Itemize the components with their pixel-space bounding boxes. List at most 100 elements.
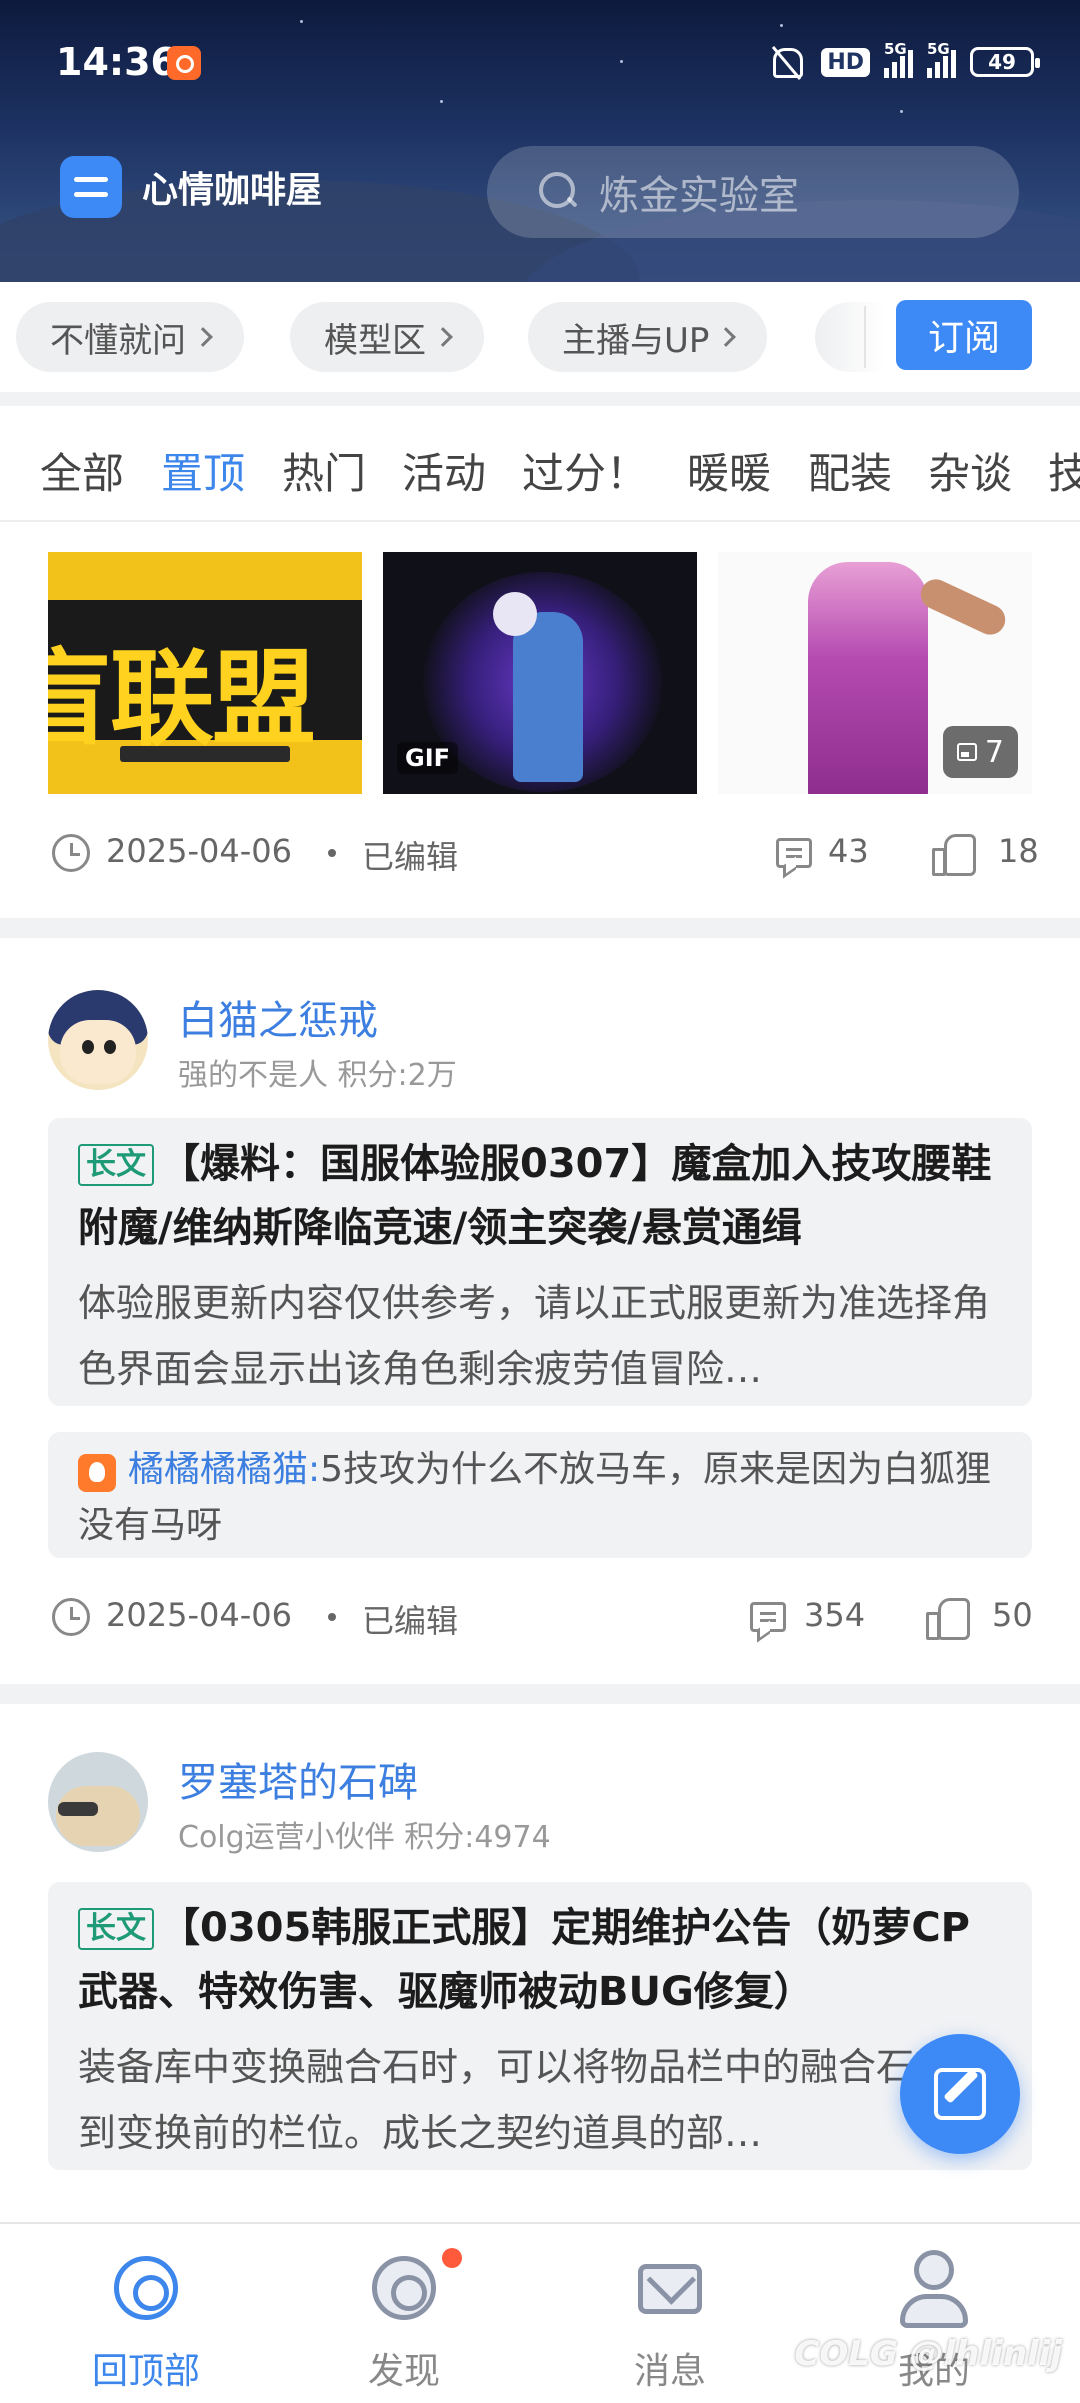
switch-forum-icon[interactable]: [60, 156, 122, 218]
search-input[interactable]: 炼金实验室: [487, 146, 1019, 238]
post-content-box[interactable]: 长文 【爆料：国服体验服0307】魔盒加入技攻腰鞋附魔/维纳斯降临竞速/领主突袭/…: [48, 1118, 1032, 1406]
like-count: 18: [998, 832, 1039, 870]
avatar-sunglasses: [58, 1802, 98, 1816]
image-character: [808, 562, 928, 794]
image-tagline: [120, 746, 290, 762]
image-character: [513, 612, 583, 782]
post-content-box[interactable]: 长文 【0305韩服正式服】定期维护公告（奶萝CP武器、特效伤害、驱魔师被动BUG…: [48, 1882, 1032, 2170]
forum-header: 14:36 HD 5G 5G 49 心情咖啡屋 炼金实验室: [0, 0, 1080, 282]
notification-dot: [442, 2248, 462, 2268]
author-title: 强的不是人 积分:2万: [178, 1058, 457, 1093]
nav-discover[interactable]: 发现: [304, 2242, 504, 2392]
post-title-text: 【爆料：国服体验服0307】魔盒加入技攻腰鞋附魔/维纳斯降临竞速/领主突袭/悬赏…: [78, 1141, 992, 1251]
comment-icon[interactable]: [750, 1602, 786, 1632]
nav-label: 回顶部: [91, 2351, 200, 2392]
image-icon: [956, 743, 977, 761]
hd-voice-icon: HD: [821, 47, 870, 77]
author-name[interactable]: 白猫之惩戒: [178, 988, 378, 1046]
section-divider: [0, 918, 1080, 938]
avatar[interactable]: [48, 990, 148, 1090]
edit-icon: [934, 2068, 986, 2120]
tab-excessive[interactable]: 过分！: [522, 440, 648, 501]
status-time: 14:36: [56, 40, 177, 84]
comment-author[interactable]: 橘橘橘橘猫:: [128, 1449, 320, 1490]
post-image[interactable]: 盲联盟: [48, 552, 362, 794]
mute-icon: [765, 44, 807, 80]
comment-count: 43: [828, 832, 869, 870]
nav-label: 发现: [367, 2351, 440, 2392]
tab-skills[interactable]: 技: [1048, 440, 1080, 501]
author-name[interactable]: 罗塞塔的石碑: [178, 1750, 418, 1808]
like-icon[interactable]: [926, 1598, 970, 1640]
tab-nuannuan[interactable]: 暖暖: [687, 440, 771, 501]
clock-icon: [52, 834, 90, 872]
user-icon: [914, 2250, 954, 2290]
long-post-tag: 长文: [78, 1144, 154, 1186]
hot-comment-text: 橘橘橘橘猫:5技攻为什么不放马车，原来是因为白狐狸没有马呀: [78, 1442, 1008, 1554]
like-count: 50: [992, 1596, 1033, 1634]
chevron-right-icon: [433, 327, 453, 347]
tab-builds[interactable]: 配装: [808, 440, 892, 501]
avatar-eye: [82, 1040, 94, 1054]
comment-count: 354: [804, 1596, 866, 1634]
bottom-navigation: 回顶部 发现 消息 我的: [0, 2222, 1080, 2403]
chip-subforum[interactable]: 不懂就问: [16, 302, 244, 372]
status-icons: HD 5G 5G 49: [765, 40, 1040, 80]
tab-chat[interactable]: 杂谈: [928, 440, 1012, 501]
edited-label: 已编辑: [362, 838, 459, 876]
avatar-eye: [104, 1040, 116, 1054]
forum-name[interactable]: 心情咖啡屋: [142, 161, 322, 213]
avatar[interactable]: [48, 1752, 148, 1852]
user-icon-body: [900, 2294, 968, 2328]
discover-icon: [372, 2256, 436, 2320]
watermark: COLG @lhlinlij: [794, 2334, 1062, 2374]
chip-label: 主播与UP: [562, 320, 710, 361]
post-title: 长文 【爆料：国服体验服0307】魔盒加入技攻腰鞋附魔/维纳斯降临竞速/领主突袭/…: [78, 1132, 1008, 1260]
post-meta: 2025-04-06 已编辑 354 50: [0, 1588, 1080, 1648]
avatar-face: [60, 1020, 136, 1084]
tab-hot[interactable]: 热门: [282, 440, 366, 501]
compose-post-button[interactable]: [900, 2034, 1020, 2154]
chevron-right-icon: [716, 327, 737, 347]
post-date: 2025-04-06: [106, 1596, 292, 1634]
separator-dot: [328, 849, 336, 857]
chip-label: 模型区: [324, 320, 426, 361]
post-image[interactable]: GIF: [383, 552, 697, 794]
signal-icon: 5G: [884, 40, 913, 78]
image-logo: 盲联盟: [48, 638, 316, 760]
search-icon: [539, 172, 579, 212]
long-post-tag: 长文: [78, 1908, 154, 1950]
mail-icon: [638, 2264, 702, 2314]
post-title-text: 【0305韩服正式服】定期维护公告（奶萝CP武器、特效伤害、驱魔师被动BUG修复…: [78, 1905, 970, 2015]
tab-events[interactable]: 活动: [402, 440, 486, 501]
chip-subforum[interactable]: 模型区: [290, 302, 484, 372]
image-character-head: [493, 592, 537, 636]
post-meta: 2025-04-06 已编辑 43 18: [0, 824, 1080, 884]
post-date: 2025-04-06: [106, 832, 292, 870]
hot-comment[interactable]: 橘橘橘橘猫:5技攻为什么不放马车，原来是因为白狐狸没有马呀: [48, 1432, 1032, 1558]
gif-badge: GIF: [397, 742, 459, 774]
tab-all[interactable]: 全部: [40, 440, 124, 501]
comment-icon[interactable]: [776, 838, 812, 868]
post-image[interactable]: 7: [718, 552, 1032, 794]
app-notification-icon: [167, 46, 201, 80]
tab-pinned[interactable]: 置顶: [161, 440, 245, 501]
subscribe-button[interactable]: 订阅: [896, 300, 1032, 370]
clock-icon: [52, 1598, 90, 1636]
image-character-arm: [915, 574, 1011, 640]
chip-overflow[interactable]: [815, 302, 885, 372]
like-icon[interactable]: [932, 834, 976, 876]
avatar-face: [56, 1786, 140, 1846]
battery-icon: 49: [970, 47, 1040, 77]
image-count-badge: 7: [942, 726, 1018, 778]
chip-subforum[interactable]: 主播与UP: [528, 302, 768, 372]
nav-label: 消息: [633, 2351, 706, 2392]
status-bar: 14:36 HD 5G 5G 49: [0, 0, 1080, 130]
separator-dot: [328, 1613, 336, 1621]
network-type-label: 5G: [927, 40, 950, 58]
nav-back-to-top[interactable]: 回顶部: [46, 2242, 246, 2392]
section-divider: [0, 1684, 1080, 1704]
nav-messages[interactable]: 消息: [570, 2242, 770, 2392]
divider: [864, 306, 866, 368]
signal-icon: 5G: [927, 40, 956, 78]
